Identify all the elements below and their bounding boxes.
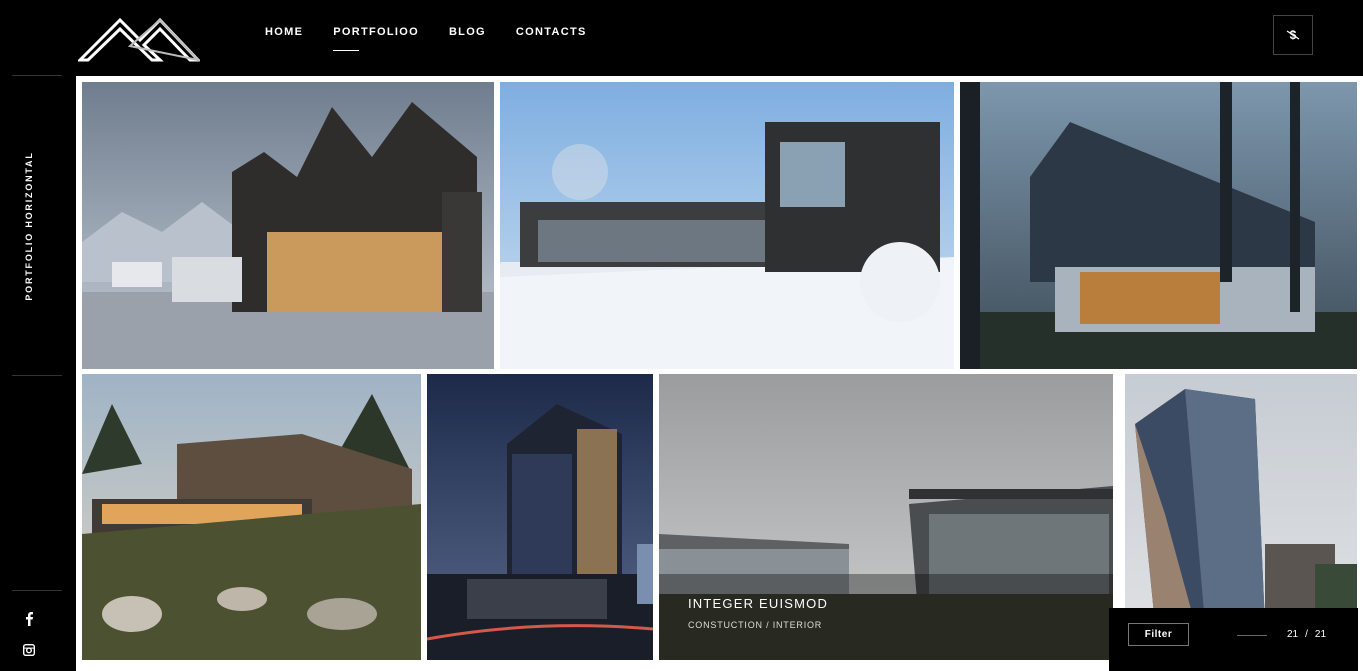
nav-portfolio[interactable]: PORTFOLIOO <box>333 26 419 51</box>
gallery-controls: Filter 21 / 21 <box>1109 608 1358 671</box>
nav-contacts[interactable]: CONTACTS <box>516 26 587 39</box>
main-nav: HOME PORTFOLIOO BLOG CONTACTS <box>265 26 617 51</box>
counter-separator: / <box>1305 629 1308 640</box>
nav-blog[interactable]: BLOG <box>449 26 486 39</box>
instagram-icon <box>23 644 35 656</box>
dollar-swap-icon: $ <box>1286 28 1300 42</box>
currency-button[interactable]: $ <box>1273 15 1313 55</box>
rail-divider-middle <box>12 375 62 376</box>
rail-divider-bottom <box>12 590 62 591</box>
current-page: 21 <box>1287 629 1299 640</box>
sidebar-title: PORTFOLIO HORIZONTAL <box>24 151 34 301</box>
portfolio-item-night-tower[interactable] <box>427 374 653 660</box>
total-pages: 21 <box>1314 629 1327 640</box>
portfolio-item-snow-lodge[interactable] <box>82 82 494 369</box>
portfolio-item-dusk-house[interactable] <box>960 82 1357 369</box>
filter-button[interactable]: Filter <box>1128 623 1189 646</box>
portfolio-item-title: INTEGER EUISMOD <box>688 596 829 611</box>
mountain-logo[interactable] <box>78 16 200 62</box>
nav-home[interactable]: HOME <box>265 26 303 39</box>
facebook-link[interactable] <box>21 611 37 627</box>
portfolio-item-hillside-house[interactable] <box>82 374 421 660</box>
facebook-icon <box>26 612 33 626</box>
progress-line <box>1237 635 1267 636</box>
portfolio-item-modern-snow-house[interactable] <box>500 82 954 369</box>
instagram-link[interactable] <box>21 642 37 658</box>
page-counter: 21 / 21 <box>1287 629 1326 640</box>
portfolio-item-glass-pavilion[interactable] <box>659 374 1113 660</box>
rail-divider-top <box>12 75 62 76</box>
portfolio-item-category: CONSTUCTION / INTERIOR <box>688 620 823 630</box>
